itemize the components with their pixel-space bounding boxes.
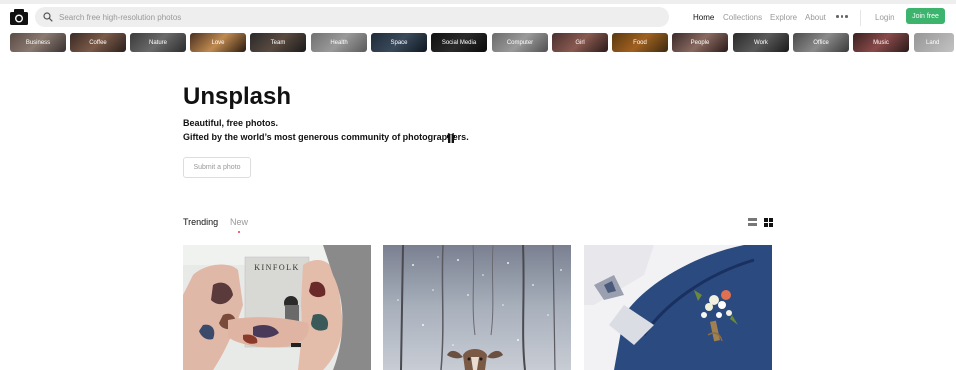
category-label: Team: [270, 39, 286, 46]
category-label: Land: [926, 39, 940, 46]
search-input[interactable]: [59, 12, 619, 22]
category-chip[interactable]: People: [672, 33, 728, 52]
grid-view-icon[interactable]: [764, 218, 773, 227]
submit-photo-button[interactable]: Submit a photo: [183, 157, 251, 178]
category-chip[interactable]: Computer: [492, 33, 548, 52]
category-chip[interactable]: Office: [793, 33, 849, 52]
nav-home-label[interactable]: Home: [693, 13, 714, 22]
book-title: KINFOLK: [254, 263, 300, 272]
list-view-icon[interactable]: [748, 218, 757, 226]
subtagline: Gifted by the world’s most generous comm…: [183, 132, 469, 142]
category-label: Office: [813, 39, 829, 46]
category-label: Girl: [575, 39, 585, 46]
more-dots-icon[interactable]: [836, 15, 848, 19]
category-label: Social Media: [441, 39, 477, 46]
nav-home[interactable]: Home: [693, 4, 714, 30]
category-label: People: [690, 39, 710, 46]
category-chip[interactable]: Business: [10, 33, 66, 52]
photo-kinfolk[interactable]: KINFOLK: [183, 245, 371, 370]
tagline: Beautiful, free photos.: [183, 118, 279, 128]
category-chip[interactable]: Food: [612, 33, 668, 52]
tab-new[interactable]: New: [230, 217, 248, 227]
category-chip[interactable]: Health: [311, 33, 367, 52]
category-label: Nature: [148, 39, 167, 46]
category-chip[interactable]: Nature: [130, 33, 186, 52]
category-strip: Business Coffee Nature Love Team Health …: [10, 33, 956, 52]
category-label: Computer: [506, 39, 534, 46]
category-chip[interactable]: Music: [853, 33, 909, 52]
category-label: Music: [873, 39, 889, 46]
nav-explore-label[interactable]: Explore: [770, 13, 797, 22]
category-chip[interactable]: Girl: [552, 33, 608, 52]
login-link[interactable]: Login: [875, 4, 895, 30]
nav-divider: [860, 10, 861, 26]
category-chip[interactable]: Team: [250, 33, 306, 52]
category-chip[interactable]: Land: [914, 33, 954, 52]
category-label: Health: [330, 39, 348, 46]
category-chip[interactable]: Social Media: [431, 33, 487, 52]
category-label: Business: [25, 39, 51, 46]
category-label: Love: [211, 39, 225, 46]
category-label: Space: [390, 39, 408, 46]
category-chip[interactable]: Coffee: [70, 33, 126, 52]
tab-trending[interactable]: Trending: [183, 217, 218, 227]
category-chip[interactable]: Love: [190, 33, 246, 52]
gift-icon: [447, 133, 455, 143]
category-label: Food: [633, 39, 647, 46]
category-chip[interactable]: Work: [733, 33, 789, 52]
nav-about-label[interactable]: About: [805, 13, 826, 22]
login-label[interactable]: Login: [875, 13, 895, 22]
camera-icon[interactable]: [10, 9, 28, 25]
category-chip[interactable]: Space: [371, 33, 427, 52]
header: Home Collections Explore About Login Joi…: [0, 4, 956, 30]
nav-about[interactable]: About: [805, 4, 826, 30]
nav-explore[interactable]: Explore: [770, 4, 797, 30]
category-label: Work: [754, 39, 768, 46]
category-label: Coffee: [89, 39, 107, 46]
search-icon: [43, 12, 53, 22]
nav-collections[interactable]: Collections: [723, 4, 762, 30]
photo-deer[interactable]: [383, 245, 571, 370]
join-free-button[interactable]: Join free: [906, 8, 945, 24]
new-indicator-dot: [238, 231, 240, 233]
nav-collections-label[interactable]: Collections: [723, 13, 762, 22]
page-title: Unsplash: [183, 83, 292, 110]
search-bar[interactable]: [35, 7, 669, 27]
photo-boutonniere[interactable]: [584, 245, 772, 370]
